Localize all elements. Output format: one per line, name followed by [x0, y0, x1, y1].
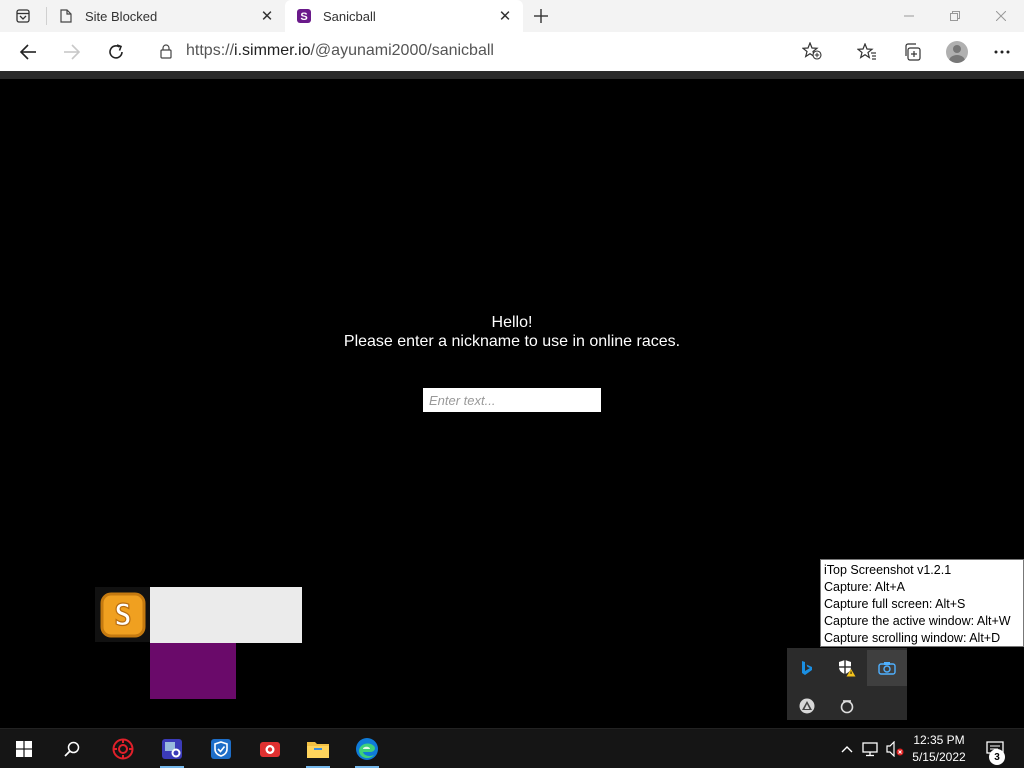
lock-icon[interactable]	[146, 43, 186, 59]
browser-toolbar: https://i.simmer.io/@ayunami2000/sanicba…	[0, 32, 1024, 71]
new-tab-button[interactable]	[523, 0, 559, 32]
tooltip-line: Capture the active window: Alt+W	[824, 614, 1011, 628]
star-plus-icon	[802, 42, 822, 60]
forward-arrow-icon	[64, 43, 81, 60]
favorites-button[interactable]	[844, 32, 889, 71]
sync-ring-icon	[840, 700, 854, 714]
close-window-button[interactable]	[978, 0, 1024, 32]
taskbar-edge[interactable]	[343, 729, 391, 768]
tray-bing-button[interactable]	[787, 650, 827, 686]
avatar	[945, 40, 968, 63]
volume-muted-icon	[886, 741, 904, 757]
folder-icon	[307, 742, 329, 758]
edge-browser-icon	[356, 738, 378, 760]
loading-bar	[150, 643, 236, 699]
shield-warning-icon	[839, 660, 856, 677]
tray-defender-button[interactable]	[827, 650, 867, 686]
nickname-input[interactable]	[423, 388, 601, 412]
tray-app-button[interactable]	[787, 688, 827, 724]
screen: Site Blocked ✕ S Sanicball ✕ https://i.s…	[0, 0, 1024, 768]
image-editor-app-icon	[162, 739, 182, 759]
back-button[interactable]	[6, 36, 50, 68]
tooltip-line: Capture scrolling window: Alt+D	[824, 631, 1001, 645]
bing-icon	[802, 661, 812, 675]
url-text[interactable]: https://i.simmer.io/@ayunami2000/sanicba…	[186, 42, 494, 60]
camera-icon	[878, 662, 896, 675]
triangle-app-icon	[799, 698, 815, 714]
shield-app-icon	[211, 739, 231, 759]
notification-count-badge: 3	[989, 749, 1005, 765]
taskbar-app-photos[interactable]	[148, 729, 196, 768]
screenshot-tooltip: iTop Screenshot v1.2.1 Capture: Alt+A Ca…	[820, 559, 1024, 647]
greeting-text: Hello!	[491, 314, 533, 331]
profile-button[interactable]	[934, 32, 979, 71]
url-scheme: https://	[186, 42, 235, 59]
logo-letter: S	[114, 598, 131, 632]
windows-logo-icon	[16, 741, 32, 757]
back-arrow-icon	[19, 43, 36, 60]
taskbar-clock[interactable]: 12:35 PM 5/15/2022	[905, 732, 973, 766]
start-button[interactable]	[0, 729, 48, 768]
favorites-icon	[856, 42, 876, 60]
network-button[interactable]	[860, 729, 882, 768]
tab-title: Site Blocked	[85, 8, 158, 24]
address-bar[interactable]: https://i.simmer.io/@ayunami2000/sanicba…	[146, 36, 830, 66]
settings-more-button[interactable]	[979, 32, 1024, 71]
tab-close-button[interactable]: ✕	[497, 8, 513, 25]
tray-itop-screenshot-button[interactable]	[867, 650, 907, 686]
minimize-button[interactable]	[886, 0, 932, 32]
prompt-text: Please enter a nickname to use in online…	[343, 333, 681, 350]
page-icon	[59, 9, 73, 23]
restore-button[interactable]	[932, 0, 978, 32]
restore-icon	[950, 11, 960, 21]
more-dots-icon	[994, 50, 1009, 53]
taskbar-app-shield[interactable]	[197, 729, 245, 768]
taskbar-app-red-gear[interactable]	[99, 729, 147, 768]
taskbar: 12:35 PM 5/15/2022 3	[0, 728, 1024, 768]
plus-icon	[534, 9, 548, 23]
tab-title: Sanicball	[323, 8, 376, 24]
sanicball-s-icon: S	[297, 9, 311, 23]
close-icon	[996, 11, 1006, 21]
tooltip-line: iTop Screenshot v1.2.1	[824, 563, 952, 577]
clock-date: 5/15/2022	[912, 750, 966, 764]
tooltip-line: Capture full screen: Alt+S	[824, 597, 966, 611]
add-favorite-button[interactable]	[794, 42, 830, 60]
tab-actions-icon	[16, 9, 30, 23]
search-button[interactable]	[48, 729, 96, 768]
tray-overflow-panel	[787, 648, 907, 720]
refresh-button[interactable]	[94, 36, 138, 68]
tab-site-blocked[interactable]: Site Blocked ✕	[47, 0, 285, 32]
forward-button[interactable]	[50, 36, 94, 68]
show-hidden-icons-button[interactable]	[838, 729, 856, 768]
tab-sanicball[interactable]: S Sanicball ✕	[285, 0, 523, 32]
taskbar-file-explorer[interactable]	[294, 729, 342, 768]
search-icon	[64, 741, 80, 757]
collections-icon	[904, 42, 921, 61]
tab-close-button[interactable]: ✕	[259, 8, 275, 25]
window-controls	[886, 0, 1024, 32]
url-path: /@ayunami2000/sanicball	[310, 42, 494, 59]
minimize-icon	[904, 15, 914, 17]
sanicball-logo-icon: S	[95, 587, 150, 642]
tooltip-line: Capture: Alt+A	[824, 580, 905, 594]
chevron-up-icon	[841, 746, 853, 753]
svg-text:S: S	[300, 11, 307, 23]
network-icon	[862, 742, 878, 757]
clock-time: 12:35 PM	[913, 733, 965, 747]
collections-button[interactable]	[889, 32, 934, 71]
url-host: i.simmer.io	[234, 42, 311, 59]
tray-sync-button[interactable]	[827, 688, 867, 724]
video-recorder-app-icon	[260, 742, 280, 757]
nickname-prompt: Hello! Please enter a nickname to use in…	[0, 313, 1024, 351]
tab-actions-button[interactable]	[0, 0, 46, 32]
volume-button[interactable]	[884, 729, 906, 768]
loading-panel	[150, 587, 302, 643]
browser-tab-strip: Site Blocked ✕ S Sanicball ✕	[0, 0, 1024, 32]
refresh-icon	[109, 43, 123, 59]
page-top-bar	[0, 71, 1024, 79]
toolbar-right	[844, 32, 1024, 71]
red-gear-app-icon	[112, 738, 134, 760]
taskbar-app-recorder[interactable]	[246, 729, 294, 768]
